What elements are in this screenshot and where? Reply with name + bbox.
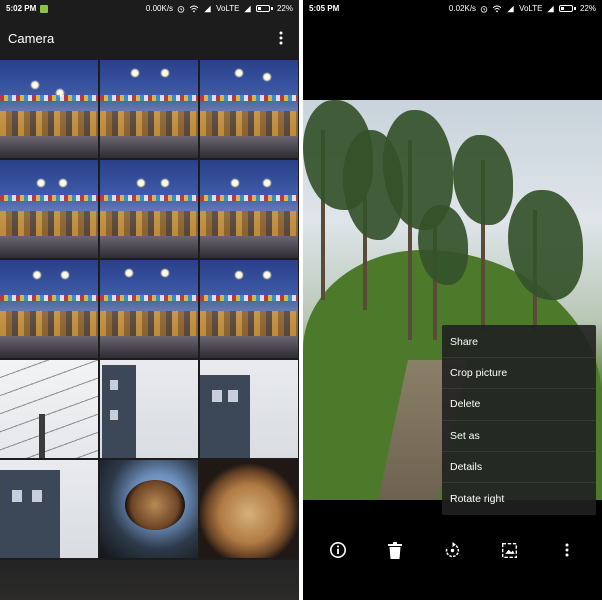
menu-item-set-as[interactable]: Set as (442, 421, 596, 452)
status-time: 5:02 PM (6, 4, 37, 13)
photo-thumbnail[interactable] (0, 260, 98, 358)
app-bar: Camera (0, 17, 299, 59)
info-button[interactable] (324, 536, 352, 564)
status-time: 5:05 PM (309, 4, 340, 13)
alarm-icon (177, 5, 185, 13)
photo-grid (0, 60, 299, 560)
photo-thumbnail[interactable] (100, 460, 198, 558)
status-bar: 5:05 PM 0.02K/s VoLTE 22% (303, 0, 602, 17)
menu-item-crop-picture[interactable]: Crop picture (442, 358, 596, 390)
signal-icon (204, 5, 211, 12)
more-options-button[interactable] (553, 536, 581, 564)
photo-thumbnail[interactable] (0, 360, 98, 458)
battery-percent: 22% (276, 4, 293, 13)
wifi-icon (189, 5, 199, 12)
status-bar: 5:02 PM 0.00K/s VoLTE 22% (0, 0, 299, 17)
delete-icon (388, 541, 403, 559)
photo-thumbnail[interactable] (100, 60, 198, 158)
notification-icon (40, 4, 49, 13)
rotate-button[interactable] (438, 536, 466, 564)
network-type: VoLTE (519, 4, 543, 13)
menu-item-share[interactable]: Share (442, 327, 596, 359)
info-icon (329, 541, 346, 559)
album-title: Camera (8, 30, 55, 46)
photo-thumbnail[interactable] (200, 160, 298, 258)
overflow-menu-button[interactable] (271, 28, 291, 48)
signal-icon (244, 5, 252, 12)
photo-thumbnail[interactable] (0, 160, 98, 258)
network-speed: 0.02K/s (448, 4, 477, 13)
photo-thumbnail[interactable] (100, 360, 198, 458)
photo-thumbnail[interactable] (0, 460, 98, 558)
signal-icon (547, 5, 555, 12)
more-vert-icon (279, 31, 283, 45)
photo-thumbnail[interactable] (100, 160, 198, 258)
context-menu: Share Crop picture Delete Set as Details Rota… (442, 325, 596, 515)
delete-button[interactable] (381, 536, 409, 564)
edit-photo-icon (502, 542, 518, 558)
menu-item-rotate-right[interactable]: Rotate right (442, 483, 596, 514)
menu-item-details[interactable]: Details (442, 452, 596, 483)
battery-fill (258, 7, 262, 10)
signal-icon (507, 5, 514, 12)
viewer-toolbar (303, 500, 602, 600)
battery-percent: 22% (579, 4, 596, 13)
photo-thumbnail[interactable] (200, 360, 298, 458)
edit-photo-button[interactable] (496, 536, 524, 564)
photo-thumbnail[interactable] (200, 460, 298, 558)
menu-item-delete[interactable]: Delete (442, 389, 596, 421)
gallery-album-screen: 5:02 PM 0.00K/s VoLTE 22% Camera (0, 0, 299, 600)
photo-thumbnail[interactable] (200, 60, 298, 158)
photo-thumbnail[interactable] (200, 260, 298, 358)
network-speed: 0.00K/s (145, 4, 174, 13)
battery-icon (559, 5, 576, 12)
network-type: VoLTE (216, 4, 240, 13)
battery-fill (561, 7, 565, 10)
bottom-shade (0, 560, 299, 600)
more-vert-icon (565, 543, 569, 557)
battery-icon (256, 5, 273, 12)
alarm-icon (480, 5, 488, 13)
wifi-icon (492, 5, 502, 12)
photo-thumbnail[interactable] (0, 60, 98, 158)
rotate-icon (445, 541, 460, 557)
photo-thumbnail[interactable] (100, 260, 198, 358)
